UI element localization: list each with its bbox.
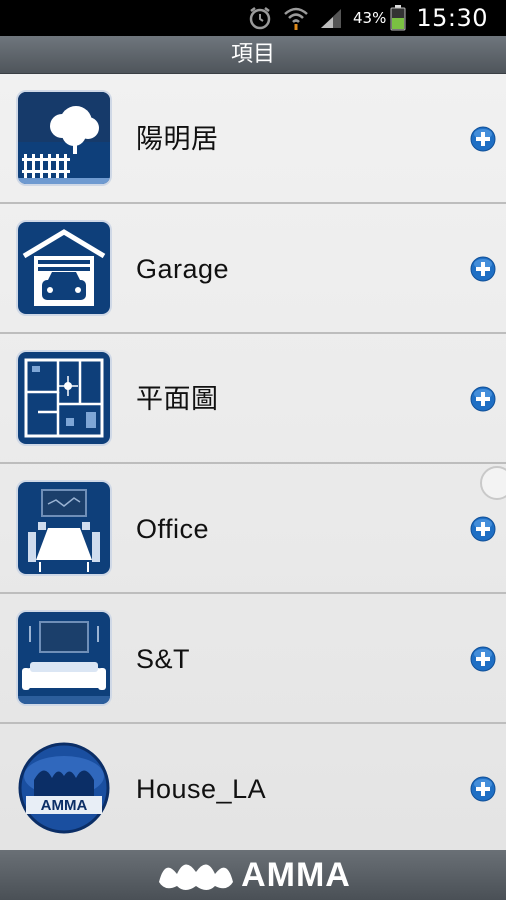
list-item[interactable]: 陽明居 (0, 74, 506, 204)
list-item[interactable]: AMMA House_LA (0, 724, 506, 854)
status-bar: 43% 15:30 (0, 0, 506, 36)
clock: 15:30 (416, 4, 488, 32)
item-label: Garage (136, 254, 230, 284)
item-label: House_LA (136, 774, 267, 804)
item-label: S&T (136, 644, 191, 674)
amma-logo-icon (155, 852, 237, 898)
item-label: Office (136, 514, 210, 544)
footer-brand: AMMA (241, 855, 351, 894)
list-item[interactable]: Office (0, 464, 506, 594)
battery-icon (390, 5, 406, 31)
project-list: 陽明居 Garage 平面圖 Office S&T AMMA House_LA (0, 74, 506, 850)
signal-icon (319, 7, 343, 29)
list-item[interactable]: Garage (0, 204, 506, 334)
add-icon[interactable] (470, 126, 496, 152)
footer-brand-bar: AMMA (0, 850, 506, 900)
garage-icon (18, 222, 110, 314)
list-item[interactable]: 平面圖 (0, 334, 506, 464)
alarm-icon (247, 5, 273, 31)
add-icon[interactable] (470, 256, 496, 282)
amma-logo-icon: AMMA (18, 742, 110, 834)
wifi-icon (283, 6, 309, 30)
meeting-room-icon (18, 482, 110, 574)
add-icon[interactable] (470, 776, 496, 802)
add-icon[interactable] (470, 386, 496, 412)
item-label: 陽明居 (136, 124, 219, 154)
page-title: 項目 (0, 36, 506, 74)
item-label: 平面圖 (136, 384, 219, 414)
floor-plan-icon (18, 352, 110, 444)
battery-percent: 43% (352, 9, 387, 27)
svg-text:AMMA: AMMA (41, 797, 88, 814)
living-room-icon (18, 612, 110, 704)
house-tree-icon (18, 92, 110, 184)
scroll-handle[interactable] (480, 466, 506, 500)
add-icon[interactable] (470, 646, 496, 672)
list-item[interactable]: S&T (0, 594, 506, 724)
add-icon[interactable] (470, 516, 496, 542)
